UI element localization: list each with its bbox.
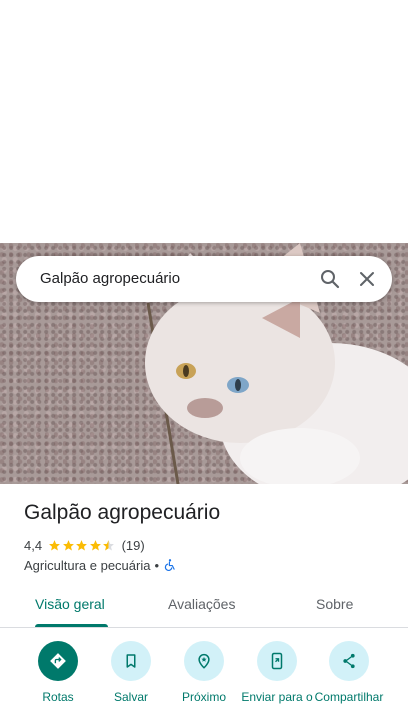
directions-button[interactable]: Rotas <box>18 641 98 704</box>
search-input[interactable]: Galpão agropecuário <box>40 270 180 287</box>
action-buttons: Rotas Salvar Próximo Enviar para o Compa… <box>0 641 408 726</box>
active-tab-indicator <box>35 624 108 627</box>
save-button[interactable]: Salvar <box>91 641 171 704</box>
share-label: Compartilhar <box>314 690 384 704</box>
share-icon <box>329 641 369 681</box>
category-row: Agricultura e pecuária • <box>24 556 177 574</box>
save-label: Salvar <box>113 690 148 704</box>
star-icon <box>49 539 60 550</box>
tab-overview[interactable]: Visão geral <box>35 596 105 612</box>
nearby-label: Próximo <box>181 690 226 704</box>
nearby-button[interactable]: Próximo <box>164 641 244 704</box>
directions-label: Rotas <box>42 690 74 704</box>
review-count[interactable]: (19) <box>122 538 145 553</box>
place-tabs: Visão geral Avaliações Sobre <box>0 584 408 628</box>
star-rating <box>48 539 116 552</box>
star-icon <box>89 539 101 550</box>
rating-row[interactable]: 4,4 (19) <box>24 536 145 554</box>
tab-reviews[interactable]: Avaliações <box>168 596 235 612</box>
star-half-icon <box>103 539 114 550</box>
star-icon <box>62 539 74 550</box>
tab-about[interactable]: Sobre <box>316 596 353 612</box>
send-to-phone-label: Enviar para o <box>241 690 313 704</box>
close-icon[interactable] <box>355 267 379 291</box>
wheelchair-accessible-icon <box>164 559 175 571</box>
place-title: Galpão agropecuário <box>24 501 221 524</box>
send-to-phone-icon <box>257 641 297 681</box>
bookmark-icon <box>111 641 151 681</box>
star-icon <box>76 539 87 550</box>
separator-dot: • <box>154 557 160 573</box>
nearby-icon <box>184 641 224 681</box>
search-icon[interactable] <box>318 267 342 291</box>
map-area <box>0 0 408 243</box>
search-bar[interactable]: Galpão agropecuário <box>16 256 392 302</box>
directions-icon <box>38 641 78 681</box>
send-to-phone-button[interactable]: Enviar para o <box>237 641 317 704</box>
place-category: Agricultura e pecuária <box>24 557 151 573</box>
share-button[interactable]: Compartilhar <box>310 641 388 704</box>
rating-value: 4,4 <box>24 537 43 553</box>
